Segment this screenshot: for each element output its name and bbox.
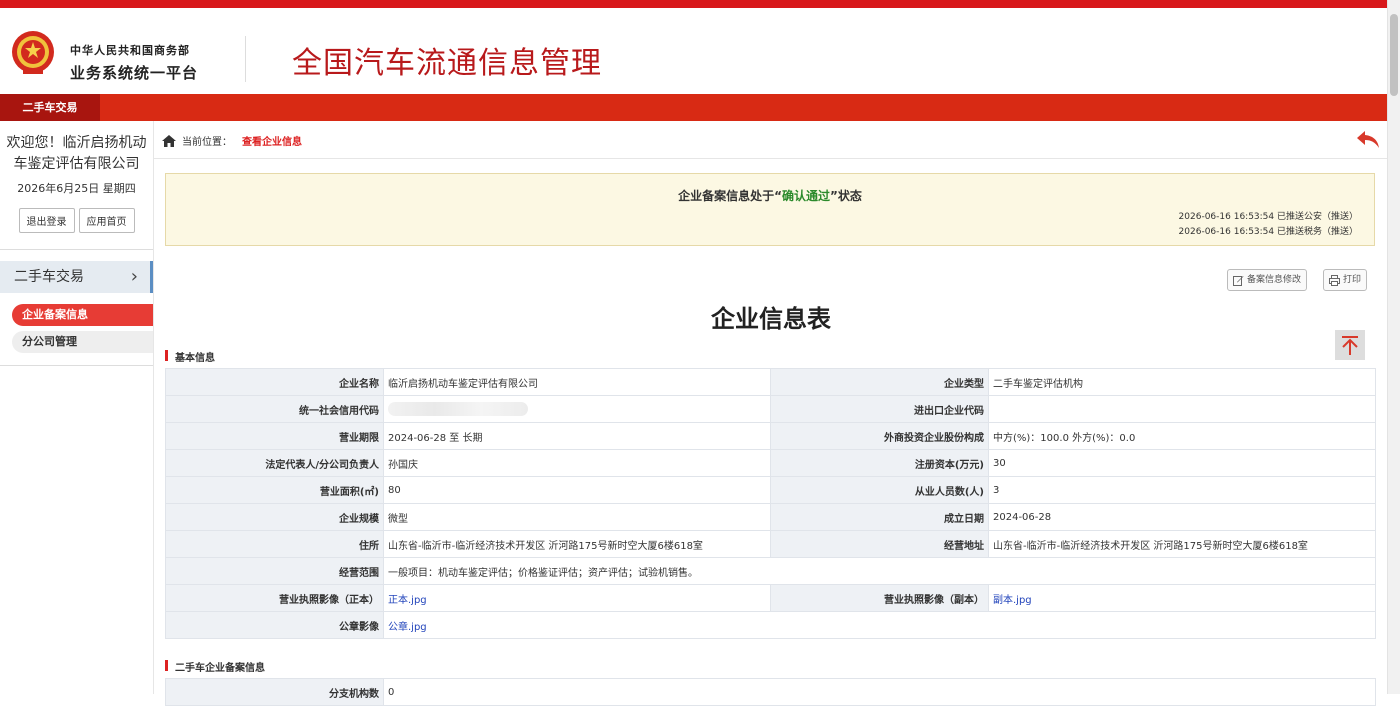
field-label: 营业期限 [165,422,384,450]
operating-address: 山东省-临沂市-临沂经济技术开发区 沂河路175号新时空大厦6楼618室 [988,530,1376,558]
staff-count: 3 [988,476,1376,504]
table-row: 营业执照影像（正本） 正本.jpg 营业执照影像（副本） 副本.jpg [165,584,1376,612]
scrollbar-thumb[interactable] [1390,14,1398,96]
scroll-to-top-icon[interactable] [1335,330,1365,360]
table-row: 经营范围 一般项目：机动车鉴定评估；价格鉴证评估；资产评估；试验机销售。 [165,557,1376,585]
sidebar-divider [0,365,153,366]
table-row: 企业规模 微型 成立日期 2024-06-28 [165,503,1376,531]
business-scope: 一般项目：机动车鉴定评估；价格鉴证评估；资产评估；试验机销售。 [383,557,1376,585]
table-row: 企业名称 临沂启扬机动车鉴定评估有限公司 企业类型 二手车鉴定评估机构 [165,368,1376,396]
sidebar: 欢迎您！临沂启扬机动车鉴定评估有限公司 2026年6月25日 星期四 退出登录 … [0,121,154,694]
table-row: 营业面积(㎡) 80 从业人员数(人) 3 [165,476,1376,504]
table-row: 法定代表人/分公司负责人 孙国庆 注册资本(万元) 30 [165,449,1376,477]
seal-image-link[interactable]: 公章.jpg [388,622,427,633]
table-row: 统一社会信用代码 进出口企业代码 [165,395,1376,423]
redacted-value [388,402,528,416]
nav-bar: 二手车交易 [0,94,1388,121]
scrollbar[interactable] [1387,0,1400,694]
share-structure: 中方(%)：100.0 外方(%)：0.0 [988,422,1376,450]
current-date: 2026年6月25日 星期四 [17,182,136,195]
back-arrow-icon[interactable] [1356,129,1380,149]
top-red-strip [0,0,1400,8]
field-label: 营业面积(㎡) [165,476,384,504]
license-copy-link[interactable]: 副本.jpg [993,595,1032,606]
enterprise-scale: 微型 [383,503,771,531]
status-value: 确认通过 [781,189,830,203]
enterprise-info-table: 企业名称 临沂启扬机动车鉴定评估有限公司 企业类型 二手车鉴定评估机构 统一社会… [165,368,1376,639]
license-original-link[interactable]: 正本.jpg [388,595,427,606]
header-divider [245,36,246,82]
enterprise-type: 二手车鉴定评估机构 [988,368,1376,396]
home-icon [162,134,176,147]
chevron-right-icon: › [130,266,138,287]
printer-icon [1329,274,1340,286]
sidebar-group-label: 二手车交易 [14,269,84,285]
sidebar-item-enterprise-record[interactable]: 企业备案信息 [12,304,153,326]
breadcrumb: 当前位置： 查看企业信息 [162,133,302,148]
main-content: 当前位置： 查看企业信息 企业备案信息处于“确认通过”状态 2026-06-16… [154,121,1388,706]
push-log-police: 2026-06-16 16:53:54 已推送公安（推送） [1178,212,1358,222]
registered-capital: 30 [988,449,1376,477]
business-term: 2024-06-28 至 长期 [383,422,771,450]
field-label: 营业执照影像（副本） [770,584,989,612]
app-title: 全国汽车流通信息管理 [292,46,602,81]
sidebar-group-used-car[interactable]: 二手车交易 › [0,261,153,293]
platform-name: 业务系统统一平台 [70,64,199,82]
field-label: 法定代表人/分公司负责人 [165,449,384,477]
app-home-button[interactable]: 应用首页 [78,208,135,233]
header: 中华人民共和国商务部 业务系统统一平台 全国汽车流通信息管理 [0,8,1400,94]
edit-record-button[interactable]: 备案信息修改 [1227,269,1308,291]
push-log-tax: 2026-06-16 16:53:54 已推送税务（推送） [1178,227,1358,237]
used-car-record-table: 分支机构数 0 [165,678,1376,706]
enterprise-name: 临沂启扬机动车鉴定评估有限公司 [383,368,771,396]
logout-button[interactable]: 退出登录 [18,208,75,233]
field-label: 营业执照影像（正本） [165,584,384,612]
field-label: 住所 [165,530,384,558]
domicile: 山东省-临沂市-临沂经济技术开发区 沂河路175号新时空大厦6楼618室 [383,530,771,558]
section-used-car-record: 二手车企业备案信息 [165,659,265,674]
field-label: 经营地址 [770,530,989,558]
field-label: 企业规模 [165,503,384,531]
breadcrumb-current[interactable]: 查看企业信息 [242,133,302,148]
table-row: 公章影像 公章.jpg [165,611,1376,639]
field-label: 外商投资企业股份构成 [770,422,989,450]
sidebar-item-branch-management[interactable]: 分公司管理 [12,331,153,353]
field-label: 企业名称 [165,368,384,396]
sidebar-divider [0,249,153,250]
legal-representative: 孙国庆 [383,449,771,477]
status-notice: 企业备案信息处于“确认通过”状态 2026-06-16 16:53:54 已推送… [165,173,1375,246]
field-label: 经营范围 [165,557,384,585]
section-basic-info: 基本信息 [165,349,215,364]
welcome-text: 欢迎您！临沂启扬机动车鉴定评估有限公司 [6,135,147,172]
org-name: 中华人民共和国商务部 [70,44,190,57]
field-label: 分支机构数 [165,678,384,706]
edit-icon [1233,275,1244,286]
breadcrumb-divider [154,158,1388,159]
field-label: 公章影像 [165,611,384,639]
branch-count: 0 [383,678,1376,706]
import-export-code [988,395,1376,423]
breadcrumb-label: 当前位置： [182,137,232,148]
status-message: 企业备案信息处于“确认通过”状态 [678,189,862,203]
founded-date: 2024-06-28 [988,503,1376,531]
form-title: 企业信息表 [711,305,831,333]
field-label: 注册资本(万元) [770,449,989,477]
field-label: 从业人员数(人) [770,476,989,504]
nav-tab-used-car[interactable]: 二手车交易 [0,94,100,121]
field-label: 企业类型 [770,368,989,396]
field-label: 进出口企业代码 [770,395,989,423]
field-label: 统一社会信用代码 [165,395,384,423]
print-button[interactable]: 打印 [1323,269,1368,291]
table-row: 分支机构数 0 [165,678,1376,706]
field-label: 成立日期 [770,503,989,531]
credit-code [383,395,771,423]
business-area: 80 [383,476,771,504]
table-row: 营业期限 2024-06-28 至 长期 外商投资企业股份构成 中方(%)：10… [165,422,1376,450]
national-emblem-icon [12,31,54,74]
table-row: 住所 山东省-临沂市-临沂经济技术开发区 沂河路175号新时空大厦6楼618室 … [165,530,1376,558]
